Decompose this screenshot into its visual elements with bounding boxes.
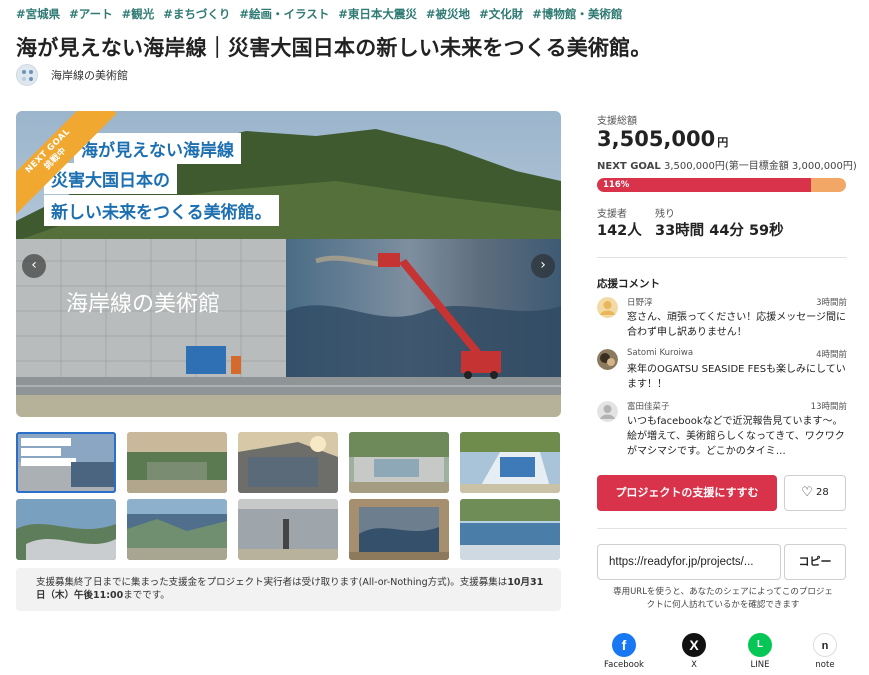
next-goal-label: NEXT GOAL (597, 161, 661, 172)
note-icon: n (813, 633, 837, 657)
supporters-label: 支援者 (597, 209, 627, 220)
hero-image[interactable]: 海岸線の美術館 海が見えない海岸線 災害大国日本の 新しい未来をつくる美術館。 … (16, 111, 561, 417)
progress-label: 116% (603, 180, 630, 190)
next-goal-text: 3,500,000円(第一目標金額 3,000,000円) (663, 161, 857, 172)
thumbnail-2[interactable] (127, 432, 227, 493)
tag-link[interactable]: #被災地 (426, 7, 470, 21)
funding-notice: 支援募集終了日までに集まった支援金をプロジェクト実行者は受け取ります(All-o… (16, 568, 561, 611)
owner-logo-icon (16, 64, 38, 86)
share-x[interactable]: X X (669, 633, 719, 670)
tag-link[interactable]: #まちづくり (163, 7, 230, 21)
comment-text: 窓さん、頑張ってください！応援メッセージ間に合わず申し訳ありません！ (627, 312, 846, 338)
tag-link[interactable]: #観光 (122, 7, 155, 21)
thumbnail-8[interactable] (238, 499, 338, 560)
remaining-time: 33時間 44分 59秒 (655, 223, 784, 239)
avatar (597, 297, 618, 318)
tag-link[interactable]: #絵画・イラスト (239, 7, 329, 21)
facebook-icon: f (612, 633, 636, 657)
project-title: 海が見えない海岸線｜災害大国日本の新しい未来をつくる美術館。 (16, 36, 652, 60)
thumbnail-6[interactable] (16, 499, 116, 560)
heart-icon: ♡ (801, 485, 813, 500)
comment-time: 3時間前 (816, 298, 847, 308)
hero-caption-3: 新しい未来をつくる美術館。 (44, 195, 279, 226)
thumbnail-1[interactable] (16, 432, 116, 493)
like-button[interactable]: ♡ 28 (784, 475, 846, 511)
share-label: Facebook (604, 660, 644, 670)
notice-text: 支援募集終了日までに集まった支援金をプロジェクト実行者は受け取ります(All-o… (36, 577, 508, 588)
next-goal: NEXT GOAL 3,500,000円(第一目標金額 3,000,000円) (597, 157, 857, 172)
total-currency: 円 (717, 136, 729, 149)
wall-text: 海岸線の美術館 (66, 292, 220, 317)
tag-link[interactable]: #東日本大震災 (338, 7, 417, 21)
total-amount: 3,505,000 円 (597, 127, 728, 151)
thumbnail-gallery (16, 432, 561, 560)
tag-link[interactable]: #宮城県 (16, 7, 60, 21)
avatar (597, 349, 618, 370)
chevron-right-icon[interactable]: › (531, 254, 555, 278)
tag-list: #宮城県 #アート #観光 #まちづくり #絵画・イラスト #東日本大震災 #被災地 #文化財… (16, 6, 631, 22)
share-url-field[interactable]: https://readyfor.jp/projects/... (597, 544, 781, 580)
thumbnail-9[interactable] (349, 499, 449, 560)
comment-text: いつもfacebookなどで近況報告見ています〜。絵が増えて、美術館らしくなって… (627, 416, 845, 457)
thumbnail-4[interactable] (349, 432, 449, 493)
share-note-service[interactable]: n note (800, 633, 850, 670)
remaining-label: 残り (655, 209, 675, 220)
thumbnail-3[interactable] (238, 432, 338, 493)
divider (597, 528, 847, 529)
comment-time: 4時間前 (816, 350, 847, 360)
share-label: LINE (750, 660, 770, 670)
tag-link[interactable]: #文化財 (479, 7, 523, 21)
comment-time: 13時間前 (810, 402, 847, 412)
comment-author[interactable]: Satomi Kuroiwa (627, 348, 693, 358)
copy-button[interactable]: コピー (784, 544, 846, 580)
notice-suffix: までです。 (123, 590, 170, 601)
comment-text: 来年のOGATSU SEASIDE FESも楽しみにしています！！ (627, 364, 846, 390)
total-value: 3,505,000 (597, 127, 716, 151)
thumbnail-5[interactable] (460, 432, 560, 493)
x-icon: X (682, 633, 706, 657)
thumbnail-7[interactable] (127, 499, 227, 560)
owner-name[interactable]: 海岸線の美術館 (51, 67, 128, 83)
tag-link[interactable]: #博物館・美術館 (532, 7, 622, 21)
hero-caption-1: 海が見えない海岸線 (74, 133, 241, 164)
project-owner[interactable]: 海岸線の美術館 (16, 64, 128, 86)
supporters-count: 142人 (597, 223, 642, 239)
comment-author[interactable]: 日野淳 (627, 296, 653, 308)
avatar (597, 401, 618, 422)
chevron-left-icon[interactable]: ‹ (22, 254, 46, 278)
like-count: 28 (815, 487, 829, 498)
share-label: X (691, 660, 697, 670)
tag-link[interactable]: #アート (69, 7, 112, 21)
share-label: note (815, 660, 835, 670)
hero-caption-2: 災害大国日本の (44, 163, 177, 194)
progress-bar: 116% (597, 178, 846, 192)
share-note: 専用URLを使うと、あなたのシェアによってこのプロジェクトに何人訪れているかを確… (613, 587, 833, 610)
comments-title: 応援コメント (597, 278, 660, 290)
divider (597, 257, 847, 258)
support-button[interactable]: プロジェクトの支援にすすむ (597, 475, 777, 511)
share-facebook[interactable]: f Facebook (599, 633, 649, 670)
thumbnail-10[interactable] (460, 499, 560, 560)
total-label: 支援総額 (597, 116, 637, 127)
share-line[interactable]: L LINE (735, 633, 785, 670)
comment-author[interactable]: 富田佳菜子 (627, 400, 670, 412)
line-icon: L (748, 633, 772, 657)
